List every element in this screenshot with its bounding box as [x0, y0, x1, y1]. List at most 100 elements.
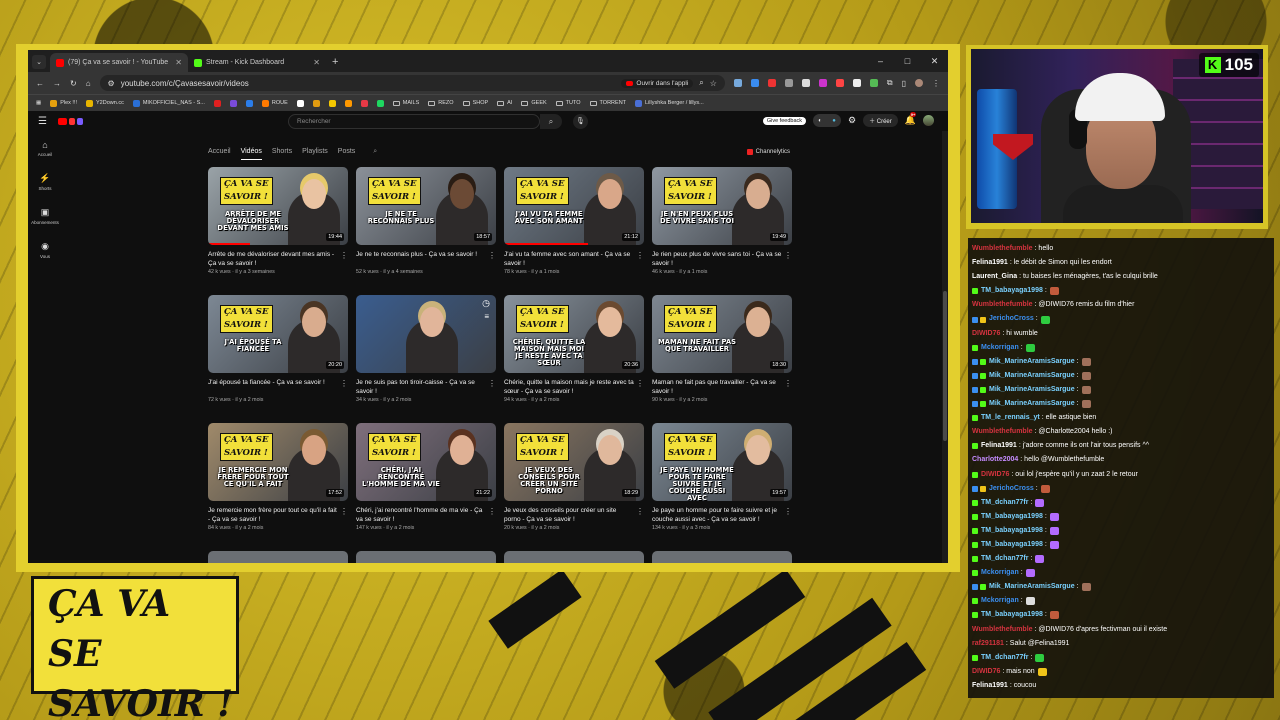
video-card[interactable]: [504, 551, 644, 563]
video-card[interactable]: [208, 551, 348, 563]
chat-username[interactable]: DIWID76: [972, 665, 1000, 679]
chat-username[interactable]: Wumblethefumble: [972, 242, 1033, 256]
video-thumbnail[interactable]: ÇA VA SE SAVOIR ! J'AI VU TA FEMME AVEC SO…: [504, 167, 644, 245]
chat-username[interactable]: TM_babayaga1998: [981, 524, 1043, 538]
sidebar-item-abonnements[interactable]: ▣ Abonnements: [28, 199, 62, 233]
chat-username[interactable]: TM_dchan77fr: [981, 651, 1028, 665]
more-actions-icon[interactable]: ⋮: [636, 507, 644, 516]
apps-grid-icon[interactable]: ▦: [36, 100, 41, 106]
sidebar-item-accueil[interactable]: ⌂ Accueil: [28, 131, 62, 165]
zoom-icon[interactable]: ⌕: [699, 78, 703, 88]
bookmark-item[interactable]: MIKOFFICIEL_NAS - S...: [132, 99, 205, 107]
youtube-logo[interactable]: [58, 117, 83, 125]
video-thumbnail[interactable]: ÇA VA SE SAVOIR ! ARRÊTE DE ME DÉVALORISER…: [208, 167, 348, 245]
video-card[interactable]: ÇA VA SE SAVOIR ! ARRÊTE DE ME DÉVALORISER…: [208, 167, 348, 295]
more-actions-icon[interactable]: ⋮: [784, 251, 792, 260]
more-actions-icon[interactable]: ⋮: [784, 507, 792, 516]
video-title[interactable]: Je rien peux plus de vivre sans toi - Ça…: [652, 251, 792, 268]
channelytics-button[interactable]: Channelytics: [746, 149, 790, 155]
video-title[interactable]: Maman ne fait pas que travailler - Ça va…: [652, 379, 792, 396]
tab-playlists[interactable]: Playlists: [302, 145, 336, 160]
extension-icon[interactable]: [835, 79, 844, 87]
video-card[interactable]: ÇA VA SE SAVOIR ! CHÉRI, J'AI RENCONTRÉ L'…: [356, 423, 496, 551]
close-tab-icon[interactable]: ✕: [175, 58, 182, 67]
video-card[interactable]: ◷ ≡ Je ne suis pas ton tiroir-caisse - Ça …: [356, 295, 496, 423]
video-title[interactable]: Je ne te reconnais plus - Ça va se savoi…: [356, 251, 496, 268]
video-card[interactable]: [356, 551, 496, 563]
profile-avatar[interactable]: [915, 79, 923, 87]
browser-tab[interactable]: (79) Ça va se savoir ! - YouTube ✕: [50, 53, 188, 72]
chrome-menu-icon[interactable]: ⋮: [932, 79, 940, 88]
give-feedback-button[interactable]: Give feedback: [762, 116, 807, 125]
bookmark-star-icon[interactable]: ☆: [710, 79, 717, 88]
site-info-icon[interactable]: ⚙: [108, 79, 115, 88]
more-actions-icon[interactable]: ⋮: [784, 379, 792, 388]
video-card[interactable]: ÇA VA SE SAVOIR ! JE VEUX DES CONSEILS POU…: [504, 423, 644, 551]
more-actions-icon[interactable]: ⋮: [488, 379, 496, 388]
video-title[interactable]: Je remercie mon frère pour tout ce qu'il…: [208, 507, 348, 524]
bookmark-item[interactable]: [328, 99, 336, 107]
chat-username[interactable]: TM_dchan77fr: [981, 496, 1028, 510]
extension-toggle[interactable]: ◐ ●: [813, 114, 842, 127]
more-actions-icon[interactable]: ⋮: [340, 379, 348, 388]
video-thumbnail[interactable]: ÇA VA SE SAVOIR ! JE PAYE UN HOMME POUR TE…: [652, 423, 792, 501]
chat-username[interactable]: Mckorrigan: [981, 341, 1019, 355]
bookmark-item[interactable]: [213, 99, 221, 107]
notifications-bell-icon[interactable]: 🔔 9+: [905, 112, 917, 126]
bookmark-folder[interactable]: AI: [497, 100, 512, 106]
chat-username[interactable]: Laurent_Gina: [972, 270, 1017, 284]
chat-username[interactable]: Mik_MarineAramisSargue: [989, 397, 1075, 411]
chat-username[interactable]: Wumblethefumble: [972, 623, 1033, 637]
add-to-queue-icon[interactable]: ≡: [484, 312, 489, 321]
minimize-button[interactable]: –: [867, 50, 894, 72]
search-input[interactable]: Rechercher: [288, 114, 540, 129]
chat-username[interactable]: DIWID76: [981, 468, 1009, 482]
chat-username[interactable]: TM_babayaga1998: [981, 608, 1043, 622]
more-actions-icon[interactable]: ⋮: [340, 251, 348, 260]
chat-username[interactable]: TM_babayaga1998: [981, 538, 1043, 552]
more-actions-icon[interactable]: ⋮: [636, 379, 644, 388]
video-thumbnail[interactable]: [208, 551, 348, 563]
video-title[interactable]: Je paye un homme pour te faire suivre et…: [652, 507, 792, 524]
chat-username[interactable]: Mckorrigan: [981, 594, 1019, 608]
bookmark-item[interactable]: [229, 99, 237, 107]
bookmark-folder[interactable]: TORRENT: [589, 100, 626, 106]
video-thumbnail[interactable]: ÇA VA SE SAVOIR ! CHÉRI, J'AI RENCONTRÉ L'…: [356, 423, 496, 501]
more-actions-icon[interactable]: ⋮: [636, 251, 644, 260]
back-icon[interactable]: ←: [36, 79, 44, 88]
video-thumbnail[interactable]: ◷ ≡: [356, 295, 496, 373]
chat-username[interactable]: Mik_MarineAramisSargue: [989, 355, 1075, 369]
extension-icon[interactable]: [733, 79, 742, 87]
tab-posts[interactable]: Posts: [338, 145, 364, 160]
sidepanel-icon[interactable]: ▯: [902, 79, 906, 88]
bookmark-item[interactable]: Lillyshka Berger / lillys...: [635, 99, 704, 107]
video-card[interactable]: ÇA VA SE SAVOIR ! JE NE TE RECONNAIS PLUS 1…: [356, 167, 496, 295]
bookmark-item[interactable]: [245, 99, 253, 107]
chat-username[interactable]: raf291181: [972, 637, 1004, 651]
video-card[interactable]: ÇA VA SE SAVOIR ! J'AI ÉPOUSÉ TA FIANCÉE 20…: [208, 295, 348, 423]
page-scrollbar[interactable]: [942, 131, 948, 563]
hamburger-menu-icon[interactable]: ☰: [38, 116, 58, 127]
bookmark-item[interactable]: Plex !!!: [50, 99, 77, 107]
chat-username[interactable]: JerichoCross: [989, 482, 1034, 496]
sidebar-item-shorts[interactable]: ⚡ Shorts: [28, 165, 62, 199]
video-title[interactable]: J'ai vu ta femme avec son amant - Ça va …: [504, 251, 644, 268]
chat-username[interactable]: TM_babayaga1998: [981, 284, 1043, 298]
video-card[interactable]: ÇA VA SE SAVOIR ! JE REMERCIE MON FRÈRE PO…: [208, 423, 348, 551]
tab-search-icon[interactable]: ⌄: [32, 55, 46, 69]
microphone-icon[interactable]: 🎙: [573, 114, 588, 129]
video-thumbnail[interactable]: ÇA VA SE SAVOIR ! CHÉRIE, QUITTE LA MAISON…: [504, 295, 644, 373]
video-card[interactable]: ÇA VA SE SAVOIR ! JE N'EN PEUX PLUS DE VIV…: [652, 167, 792, 295]
video-thumbnail[interactable]: ÇA VA SE SAVOIR ! J'AI ÉPOUSÉ TA FIANCÉE 20…: [208, 295, 348, 373]
bookmark-item[interactable]: [360, 99, 368, 107]
forward-icon[interactable]: →: [53, 79, 61, 88]
create-button[interactable]: ＋ Créer: [863, 114, 898, 127]
more-actions-icon[interactable]: ⋮: [488, 507, 496, 516]
channel-search-icon[interactable]: ⌕: [373, 145, 385, 160]
bookmark-item[interactable]: [312, 99, 320, 107]
account-avatar[interactable]: [923, 115, 934, 126]
maximize-button[interactable]: □: [894, 50, 921, 72]
bookmark-folder[interactable]: SHOP: [462, 100, 488, 106]
bookmark-folder[interactable]: MAILS: [392, 100, 419, 106]
video-title[interactable]: Chéri, j'ai rencontré l'homme de ma vie …: [356, 507, 496, 524]
